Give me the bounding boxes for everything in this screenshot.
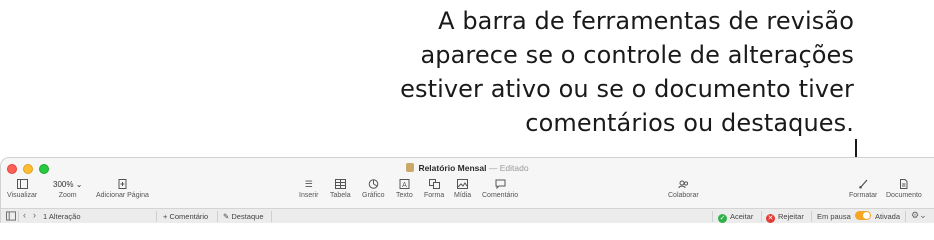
track-changes-toggle[interactable] (855, 211, 871, 220)
colaborar-button[interactable]: Colaborar (668, 179, 699, 199)
checkmark-icon: ✓ (718, 214, 727, 223)
callout-line-4: comentários ou destaques. (525, 109, 854, 137)
document-icon (886, 179, 922, 190)
sidebar-icon (7, 179, 37, 190)
inserir-button[interactable]: ☰ Inserir (299, 179, 318, 199)
colaborar-label: Colaborar (668, 192, 699, 199)
inserir-label: Inserir (299, 192, 319, 199)
zoom-value[interactable]: 300% ⌄ (53, 179, 82, 190)
title-separator: — (488, 163, 498, 173)
document-name: Relatório Mensal (418, 163, 487, 173)
tabela-label: Tabela (330, 192, 351, 199)
add-page-icon (96, 179, 149, 190)
visualizar-button[interactable]: Visualizar (7, 179, 37, 199)
formatar-button[interactable]: Formatar (849, 179, 877, 199)
texto-button[interactable]: A Texto (396, 179, 413, 199)
tabela-button[interactable]: Tabela (330, 179, 351, 199)
adicionar-pagina-label: Adicionar Página (96, 192, 149, 199)
grafico-button[interactable]: Gráfico (362, 179, 385, 199)
formatar-label: Formatar (849, 192, 878, 199)
callout-line-2: aparece se o controle de alterações (420, 41, 854, 69)
accept-button[interactable]: ✓ Aceitar (718, 212, 753, 223)
review-toolbar: ‹ › 1 Alteração + Comentário ✎ Destaque … (1, 208, 934, 223)
svg-text:A: A (402, 182, 407, 189)
highlight-button[interactable]: ✎ Destaque (223, 212, 264, 221)
callout-line-3: estiver ativo ou se o documento tiver (400, 75, 854, 103)
reject-button[interactable]: ✕ Rejeitar (766, 212, 804, 223)
documento-label: Documento (886, 192, 922, 199)
add-comment-button[interactable]: + Comentário (163, 212, 208, 221)
collaborate-icon (668, 179, 699, 190)
zoom-control[interactable]: 300% ⌄ Zoom (53, 179, 82, 199)
table-icon (330, 179, 351, 190)
edit-status: Editado (499, 163, 529, 173)
active-label: Ativada (875, 212, 901, 221)
forma-button[interactable]: Forma (424, 179, 444, 199)
chart-icon (362, 179, 385, 190)
forma-label: Forma (424, 192, 445, 199)
window-title: Relatório Mensal — Editado (1, 163, 934, 173)
previous-change-icon[interactable]: ‹ (23, 210, 26, 220)
comentario-button[interactable]: Comentário (482, 179, 518, 199)
comment-icon (482, 179, 518, 190)
changes-count: 1 Alteração (43, 212, 81, 221)
text-box-icon: A (396, 179, 413, 190)
documento-button[interactable]: Documento (886, 179, 922, 199)
comentario-label: Comentário (482, 192, 519, 199)
review-settings-gear-icon[interactable]: ⚙⌄ (911, 210, 927, 221)
callout-text: A barra de ferramentas de revisão aparec… (334, 4, 854, 140)
next-change-icon[interactable]: › (33, 210, 36, 220)
pause-label: Em pausa (817, 212, 851, 221)
grafico-label: Gráfico (362, 192, 385, 199)
media-icon (454, 179, 471, 190)
document-icon (406, 163, 415, 172)
highlight-pen-icon: ✎ (223, 212, 230, 221)
x-mark-icon: ✕ (766, 214, 775, 223)
midia-label: Mídia (454, 192, 472, 199)
insert-list-icon: ☰ (304, 179, 313, 189)
pages-window: Relatório Mensal — Editado Visualizar 30… (0, 157, 934, 223)
paintbrush-icon (849, 179, 877, 190)
midia-button[interactable]: Mídia (454, 179, 471, 199)
comments-pane-icon[interactable] (6, 211, 16, 223)
texto-label: Texto (396, 192, 413, 199)
adicionar-pagina-button[interactable]: Adicionar Página (96, 179, 149, 199)
callout-line-1: A barra de ferramentas de revisão (438, 7, 854, 35)
shape-icon (424, 179, 444, 190)
visualizar-label: Visualizar (7, 192, 38, 199)
zoom-label: Zoom (58, 192, 77, 199)
